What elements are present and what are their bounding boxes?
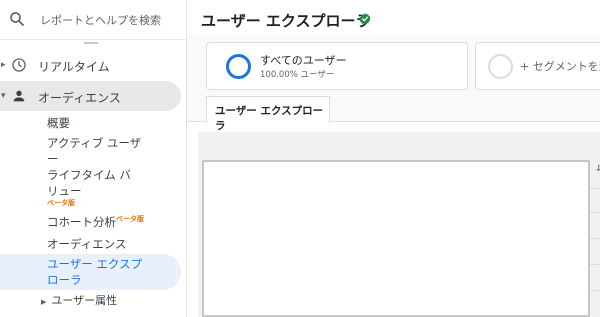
sidebar-sub-label: アクティブ ユーザー: [47, 136, 142, 166]
blank-panel: [202, 160, 590, 317]
beta-badge: ベータ版: [116, 215, 144, 223]
sidebar-item-audience[interactable]: ▾ オーディエンス: [0, 81, 181, 111]
sidebar-sub-label: コホート分析: [47, 214, 116, 229]
sidebar-sub-label: ユーザー属性: [51, 294, 118, 307]
empty-segment-ring-icon: [488, 54, 513, 79]
sidebar-sub-user-attributes[interactable]: ▶ ユーザー属性: [41, 292, 117, 308]
sort-icon[interactable]: ⇵: [596, 164, 600, 174]
sidebar-sub-label: オーディエンス: [47, 237, 127, 251]
sidebar-sub-overview[interactable]: 概要: [47, 115, 147, 131]
chevron-right-icon: ▸: [1, 60, 6, 70]
add-segment-label: + セグメントを追: [520, 60, 600, 73]
sidebar-item-label: オーディエンス: [38, 91, 121, 105]
sidebar-sub-user-explorer[interactable]: ユーザー エクスプローラ: [0, 254, 181, 290]
main-panel: ユーザー エクスプローラ すべてのユーザー 100.00% ユーザー + セグメ…: [188, 0, 600, 317]
divider: [84, 42, 98, 44]
add-segment-button[interactable]: + セグメントを追: [475, 42, 600, 90]
sidebar-item-realtime[interactable]: ▸ リアルタイム: [0, 50, 181, 80]
sidebar-sub-label: ユーザー エクスプローラ: [47, 257, 143, 287]
report-search[interactable]: レポートとヘルプを検索: [0, 0, 186, 40]
beta-badge: ベータ版: [47, 199, 75, 207]
segment-percentage: 100.00% ユーザー: [260, 70, 335, 80]
tab-user-explorer[interactable]: ユーザー エクスプローラ: [206, 96, 330, 132]
chevron-down-icon: ▾: [1, 91, 6, 101]
sidebar-sub-cohort[interactable]: コホート分析ベータ版: [47, 211, 167, 230]
segment-name: すべてのユーザー: [260, 54, 347, 67]
person-icon: [13, 90, 25, 102]
clock-icon: [12, 58, 26, 72]
sidebar-sub-lifetime-value[interactable]: ライフタイム バリュー ベータ版: [47, 167, 142, 217]
segment-color-ring-icon: [226, 54, 251, 79]
search-input[interactable]: レポートとヘルプを検索: [40, 12, 161, 28]
sidebar-sub-active-users[interactable]: アクティブ ユーザー: [47, 135, 142, 167]
verified-badge-icon: [359, 13, 371, 25]
sidebar-sub-audiences[interactable]: オーディエンス: [47, 236, 147, 252]
search-icon: [10, 12, 24, 26]
sidebar-item-label: リアルタイム: [38, 60, 110, 74]
sidebar-sub-label: ライフタイム バリュー: [47, 168, 131, 198]
page-title: ユーザー エクスプローラ: [201, 12, 371, 30]
sidebar-sub-label: 概要: [47, 116, 70, 130]
sidebar: レポートとヘルプを検索 ▸ リアルタイム ▾ オーディエンス 概要 アクティブ …: [0, 0, 187, 317]
tab-strip: ユーザー エクスプローラ: [188, 96, 600, 132]
segment-all-users[interactable]: すべてのユーザー 100.00% ユーザー: [206, 42, 468, 90]
chevron-right-icon: ▶: [41, 298, 47, 306]
segment-bar: すべてのユーザー 100.00% ユーザー + セグメントを追: [188, 36, 600, 96]
